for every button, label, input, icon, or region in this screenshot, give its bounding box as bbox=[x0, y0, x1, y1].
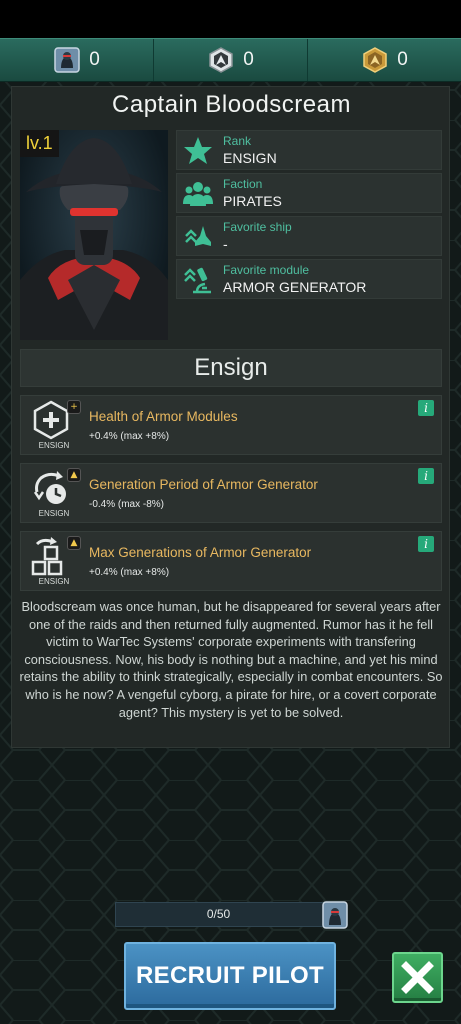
currency-value: 0 bbox=[243, 49, 254, 70]
info-favorite-ship: Favorite ship - bbox=[176, 216, 442, 256]
currency-gold-badges[interactable]: 0 bbox=[308, 39, 461, 81]
rank-title: Ensign bbox=[20, 349, 442, 387]
bonus-title: Health of Armor Modules bbox=[89, 409, 238, 424]
bonus-row[interactable]: + ENSIGN Health of Armor Modules +0.4% (… bbox=[20, 395, 442, 455]
info-value: ENSIGN bbox=[223, 150, 277, 166]
pilot-portrait: lv.1 bbox=[20, 130, 168, 340]
info-value: PIRATES bbox=[223, 193, 282, 209]
info-label: Rank bbox=[223, 134, 252, 148]
currency-pilot-cards[interactable]: 0 bbox=[0, 39, 154, 81]
level-badge: lv.1 bbox=[20, 130, 59, 157]
pilot-name: Captain Bloodscream bbox=[112, 91, 351, 118]
currency-value: 0 bbox=[397, 49, 408, 70]
info-value: ARMOR GENERATOR bbox=[223, 279, 367, 295]
info-button[interactable]: i bbox=[418, 400, 434, 416]
pilot-panel: Captain Bloodscream lv.1 Rank ENSIGN Fac… bbox=[11, 86, 450, 748]
plus-badge-icon: + bbox=[67, 400, 81, 414]
recruit-pilot-button[interactable]: RECRUIT PILOT bbox=[124, 942, 336, 1010]
info-button[interactable]: i bbox=[418, 468, 434, 484]
close-x-icon bbox=[401, 961, 434, 994]
star-icon bbox=[184, 137, 212, 164]
currency-ship-tokens[interactable]: 0 bbox=[154, 39, 308, 81]
info-favorite-module: Favorite module ARMOR GENERATOR bbox=[176, 259, 442, 299]
info-rank: Rank ENSIGN bbox=[176, 130, 442, 170]
info-label: Faction bbox=[223, 177, 263, 191]
crew-icon bbox=[183, 182, 213, 206]
pilot-lore: Bloodscream was once human, but he disap… bbox=[19, 599, 443, 720]
info-label: Favorite module bbox=[223, 263, 310, 277]
info-faction: Faction PIRATES bbox=[176, 173, 442, 213]
bonus-desc: -0.4% (max -8%) bbox=[89, 499, 165, 510]
bonus-rank-tag: ENSIGN bbox=[38, 577, 70, 586]
currency-value: 0 bbox=[89, 49, 100, 70]
bonus-desc: +0.4% (max +8%) bbox=[89, 567, 170, 578]
gold-badge-icon bbox=[363, 47, 387, 73]
status-bar-area bbox=[0, 0, 461, 38]
bonus-row[interactable]: ▲ ENSIGN Generation Period of Armor Gene… bbox=[20, 463, 442, 523]
cyborg-pirate-portrait-icon bbox=[20, 138, 168, 340]
recruit-progress-bar: 0/50 bbox=[115, 901, 348, 929]
currency-bar: 0 0 0 bbox=[0, 38, 461, 82]
pilot-card-icon bbox=[322, 901, 348, 929]
bonus-desc: +0.4% (max +8%) bbox=[89, 431, 170, 442]
progress-text: 0/50 bbox=[206, 907, 231, 921]
pilot-card-icon bbox=[54, 47, 80, 73]
microscope-icon bbox=[184, 267, 211, 294]
ship-icon bbox=[185, 226, 211, 246]
info-value: - bbox=[223, 236, 228, 252]
ship-token-icon bbox=[209, 47, 233, 73]
info-button[interactable]: i bbox=[418, 536, 434, 552]
close-button[interactable] bbox=[392, 952, 443, 1003]
warning-badge-icon: ▲ bbox=[67, 536, 81, 550]
bonus-row[interactable]: ▲ ENSIGN Max Generations of Armor Genera… bbox=[20, 531, 442, 591]
info-label: Favorite ship bbox=[223, 220, 292, 234]
bonus-rank-tag: ENSIGN bbox=[38, 509, 70, 518]
bonus-title: Max Generations of Armor Generator bbox=[89, 545, 312, 560]
bonus-title: Generation Period of Armor Generator bbox=[89, 477, 318, 492]
bonus-rank-tag: ENSIGN bbox=[38, 441, 70, 450]
warning-badge-icon: ▲ bbox=[67, 468, 81, 482]
